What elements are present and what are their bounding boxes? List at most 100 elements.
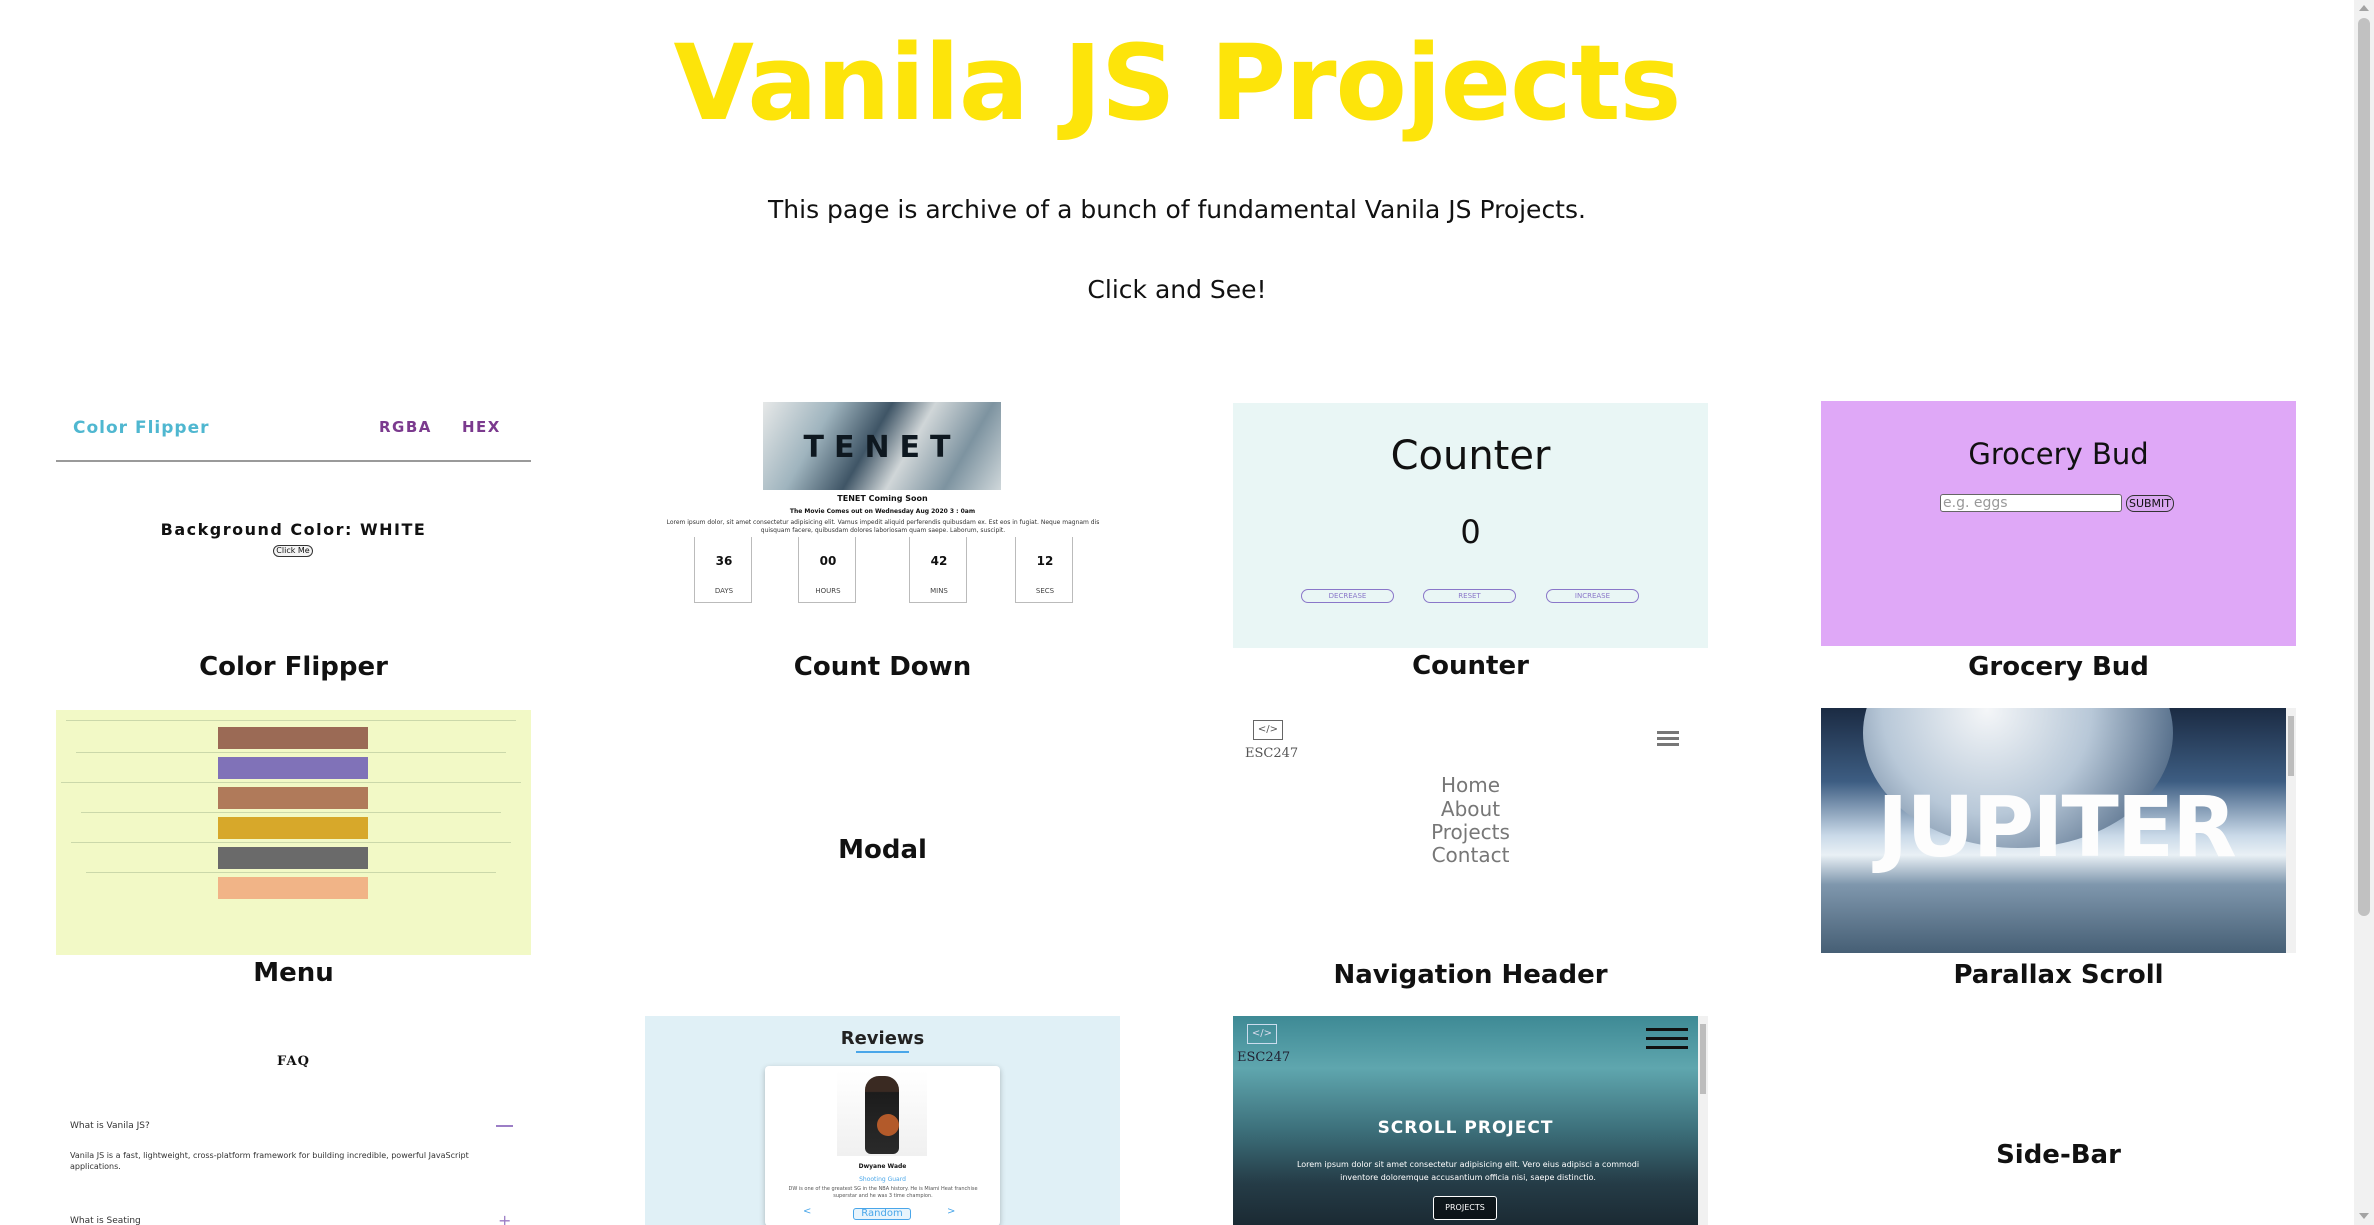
color-flipper-background-text: Background Color: WHITE [160,520,427,539]
count-down-box-secs: 12 SECS [1015,537,1073,603]
basketball-icon [877,1114,899,1136]
color-flipper-preview[interactable]: Color Flipper RGBA HEX Background Color:… [56,400,531,645]
hamburger-icon [1646,1028,1688,1031]
scroll-project-scrollbar[interactable] [1698,1016,1708,1225]
grocery-bud-input: e.g. eggs [1940,494,2122,512]
scroll-project-text: Lorem ipsum dolor sit amet consectetur a… [1296,1160,1640,1182]
project-label-grocery-bud[interactable]: Grocery Bud [1821,652,2296,682]
count-down-box-mins: 42 MINS [909,537,967,603]
count-down-box-days: 36 DAYS [694,537,752,603]
menu-item-image [218,847,368,869]
project-label-menu[interactable]: Menu [56,958,531,988]
color-flipper-link-rgba: RGBA [379,418,432,436]
scroll-up-arrow-icon[interactable] [2359,5,2369,11]
page-subtitle: This page is archive of a bunch of funda… [768,195,1586,224]
count-down-body: Lorem ipsum dolor, sit amet consectetur … [666,519,1100,534]
color-flipper-link-hex: HEX [462,418,501,436]
scroll-project-scrollbar-thumb[interactable] [1700,1024,1706,1094]
menu-item-image [218,817,368,839]
page-scrollbar-thumb[interactable] [2358,18,2370,916]
hamburger-icon [1657,731,1679,734]
faq-preview[interactable]: FAQ What is Vanila JS? Vanila JS is a fa… [56,1016,531,1225]
menu-divider [81,812,501,813]
count-down-mins-value: 42 [930,554,948,568]
menu-divider [66,720,516,721]
navigation-link-home: Home [1440,773,1501,797]
count-down-secs-unit: SECS [1035,587,1055,595]
reviewer-name: Dwyane Wade [858,1163,907,1170]
color-flipper-navbar: Color Flipper RGBA HEX [56,400,531,462]
scroll-project-title: SCROLL PROJECT [1377,1118,1554,1138]
chevron-right-icon: > [947,1206,956,1217]
navigation-brand: ESC247 [1245,746,1299,761]
menu-item-image [218,787,368,809]
minus-icon [496,1125,513,1127]
counter-value: 0 [1460,513,1481,551]
color-flipper-click-button: Click Me [273,545,313,557]
hamburger-icon [1646,1037,1688,1040]
scroll-project-projects-button: PROJECTS [1433,1196,1497,1220]
navigation-link-projects: Projects [1431,820,1510,844]
hamburger-icon [1657,737,1679,740]
count-down-hours-unit: HOURS [815,587,841,595]
review-text: DW is one of the greatest SG in the NBA … [788,1186,978,1199]
project-label-modal[interactable]: Modal [645,835,1120,865]
project-label-parallax-scroll[interactable]: Parallax Scroll [1821,960,2296,990]
faq-question-1: What is Vanila JS? [70,1121,150,1131]
reviews-title-underline [856,1051,909,1053]
count-down-secs-value: 12 [1036,554,1054,568]
reviews-preview[interactable]: Reviews Dwyane Wade Shooting Guard DW is… [645,1016,1120,1225]
navigation-link-contact: Contact [1431,843,1510,867]
counter-preview[interactable]: Counter 0 DECREASE RESET INCREASE [1233,403,1708,648]
page-scrollbar[interactable] [2354,0,2374,1225]
project-label-color-flipper[interactable]: Color Flipper [56,652,531,682]
scroll-project-brand: ESC247 [1237,1050,1291,1065]
menu-item-image [218,877,368,899]
menu-divider [76,752,506,753]
reviews-title: Reviews [840,1028,925,1049]
side-bar-preview[interactable] [1821,1016,2296,1225]
scroll-project-logo-icon: </> [1247,1024,1277,1044]
navigation-logo-icon: </> [1253,720,1283,740]
faq-answer-1: Vanila JS is a fast, lightweight, cross-… [70,1151,469,1171]
count-down-date-line: The Movie Comes out on Wednesday Aug 202… [789,508,976,515]
navigation-header-preview[interactable]: </> ESC247 Home About Projects Contact [1233,710,1708,955]
counter-reset-button: RESET [1423,589,1516,603]
parallax-scroll-preview[interactable]: JUPITER [1821,708,2296,953]
project-label-side-bar[interactable]: Side-Bar [1821,1140,2296,1170]
color-flipper-brand: Color Flipper [73,418,210,438]
plus-icon: + [498,1211,512,1225]
menu-divider [71,842,511,843]
menu-divider [86,872,496,873]
project-label-counter[interactable]: Counter [1233,651,1708,681]
parallax-heading: JUPITER [1877,778,2237,876]
counter-decrease-button: DECREASE [1301,589,1394,603]
scroll-project-preview[interactable]: </> ESC247 SCROLL PROJECT Lorem ipsum do… [1233,1016,1708,1225]
parallax-scrollbar-thumb[interactable] [2288,716,2294,776]
modal-preview[interactable] [645,710,1120,955]
count-down-hours-value: 00 [819,554,837,568]
grocery-bud-submit-button: SUBMIT [2126,495,2174,512]
chevron-left-icon: < [803,1206,812,1217]
project-label-navigation-header[interactable]: Navigation Header [1233,960,1708,990]
counter-title: Counter [1390,433,1551,479]
counter-increase-button: INCREASE [1546,589,1639,603]
menu-item-image [218,757,368,779]
menu-divider [61,782,521,783]
navigation-link-about: About [1440,797,1501,821]
hamburger-icon [1646,1046,1688,1049]
count-down-days-value: 36 [715,554,733,568]
count-down-heading: TENET Coming Soon [837,494,928,503]
tenet-poster-word: TENET [803,430,961,465]
count-down-mins-unit: MINS [930,587,948,595]
faq-question-2: What is Seating [70,1216,141,1225]
faq-title: FAQ [277,1054,310,1069]
parallax-scrollbar[interactable] [2286,708,2296,953]
count-down-preview[interactable]: TENET TENET Coming Soon The Movie Comes … [645,402,1120,607]
menu-item-image [218,727,368,749]
scroll-down-arrow-icon[interactable] [2359,1213,2369,1219]
menu-preview[interactable] [56,710,531,955]
review-random-button: Random [853,1208,911,1220]
project-label-count-down[interactable]: Count Down [645,652,1120,682]
grocery-bud-preview[interactable]: Grocery Bud e.g. eggs SUBMIT [1821,401,2296,646]
